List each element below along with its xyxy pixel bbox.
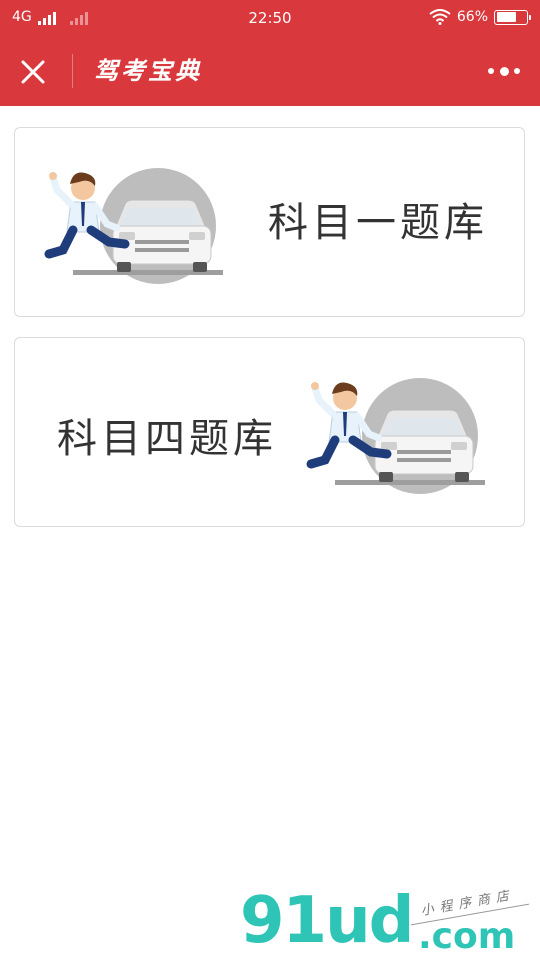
more-dots-icon[interactable]: [488, 63, 520, 79]
battery-percent: 66%: [456, 9, 488, 25]
card-label: 科目四题库: [57, 416, 277, 462]
nav-bar: 驾考宝典: [0, 36, 540, 106]
driver-car-illustration: [306, 378, 485, 494]
page-title: 驾考宝典: [94, 56, 202, 85]
status-right: 66%: [429, 8, 531, 26]
wifi-icon: [429, 9, 451, 25]
watermark: 91ud 小程序商店 .com: [240, 880, 540, 960]
driver-car-illustration: [44, 168, 223, 284]
watermark-domain: .com: [418, 916, 516, 957]
card-label: 科目一题库: [268, 200, 488, 246]
battery-icon: [494, 9, 531, 25]
status-bar: 4G 22:50 66%: [0, 0, 540, 36]
subject-four-card[interactable]: 科目四题库: [14, 337, 525, 527]
nav-divider: [72, 54, 73, 88]
close-icon[interactable]: [18, 57, 48, 87]
watermark-brand: 91ud: [240, 884, 414, 958]
subject-one-card[interactable]: 科目一题库: [14, 127, 525, 317]
